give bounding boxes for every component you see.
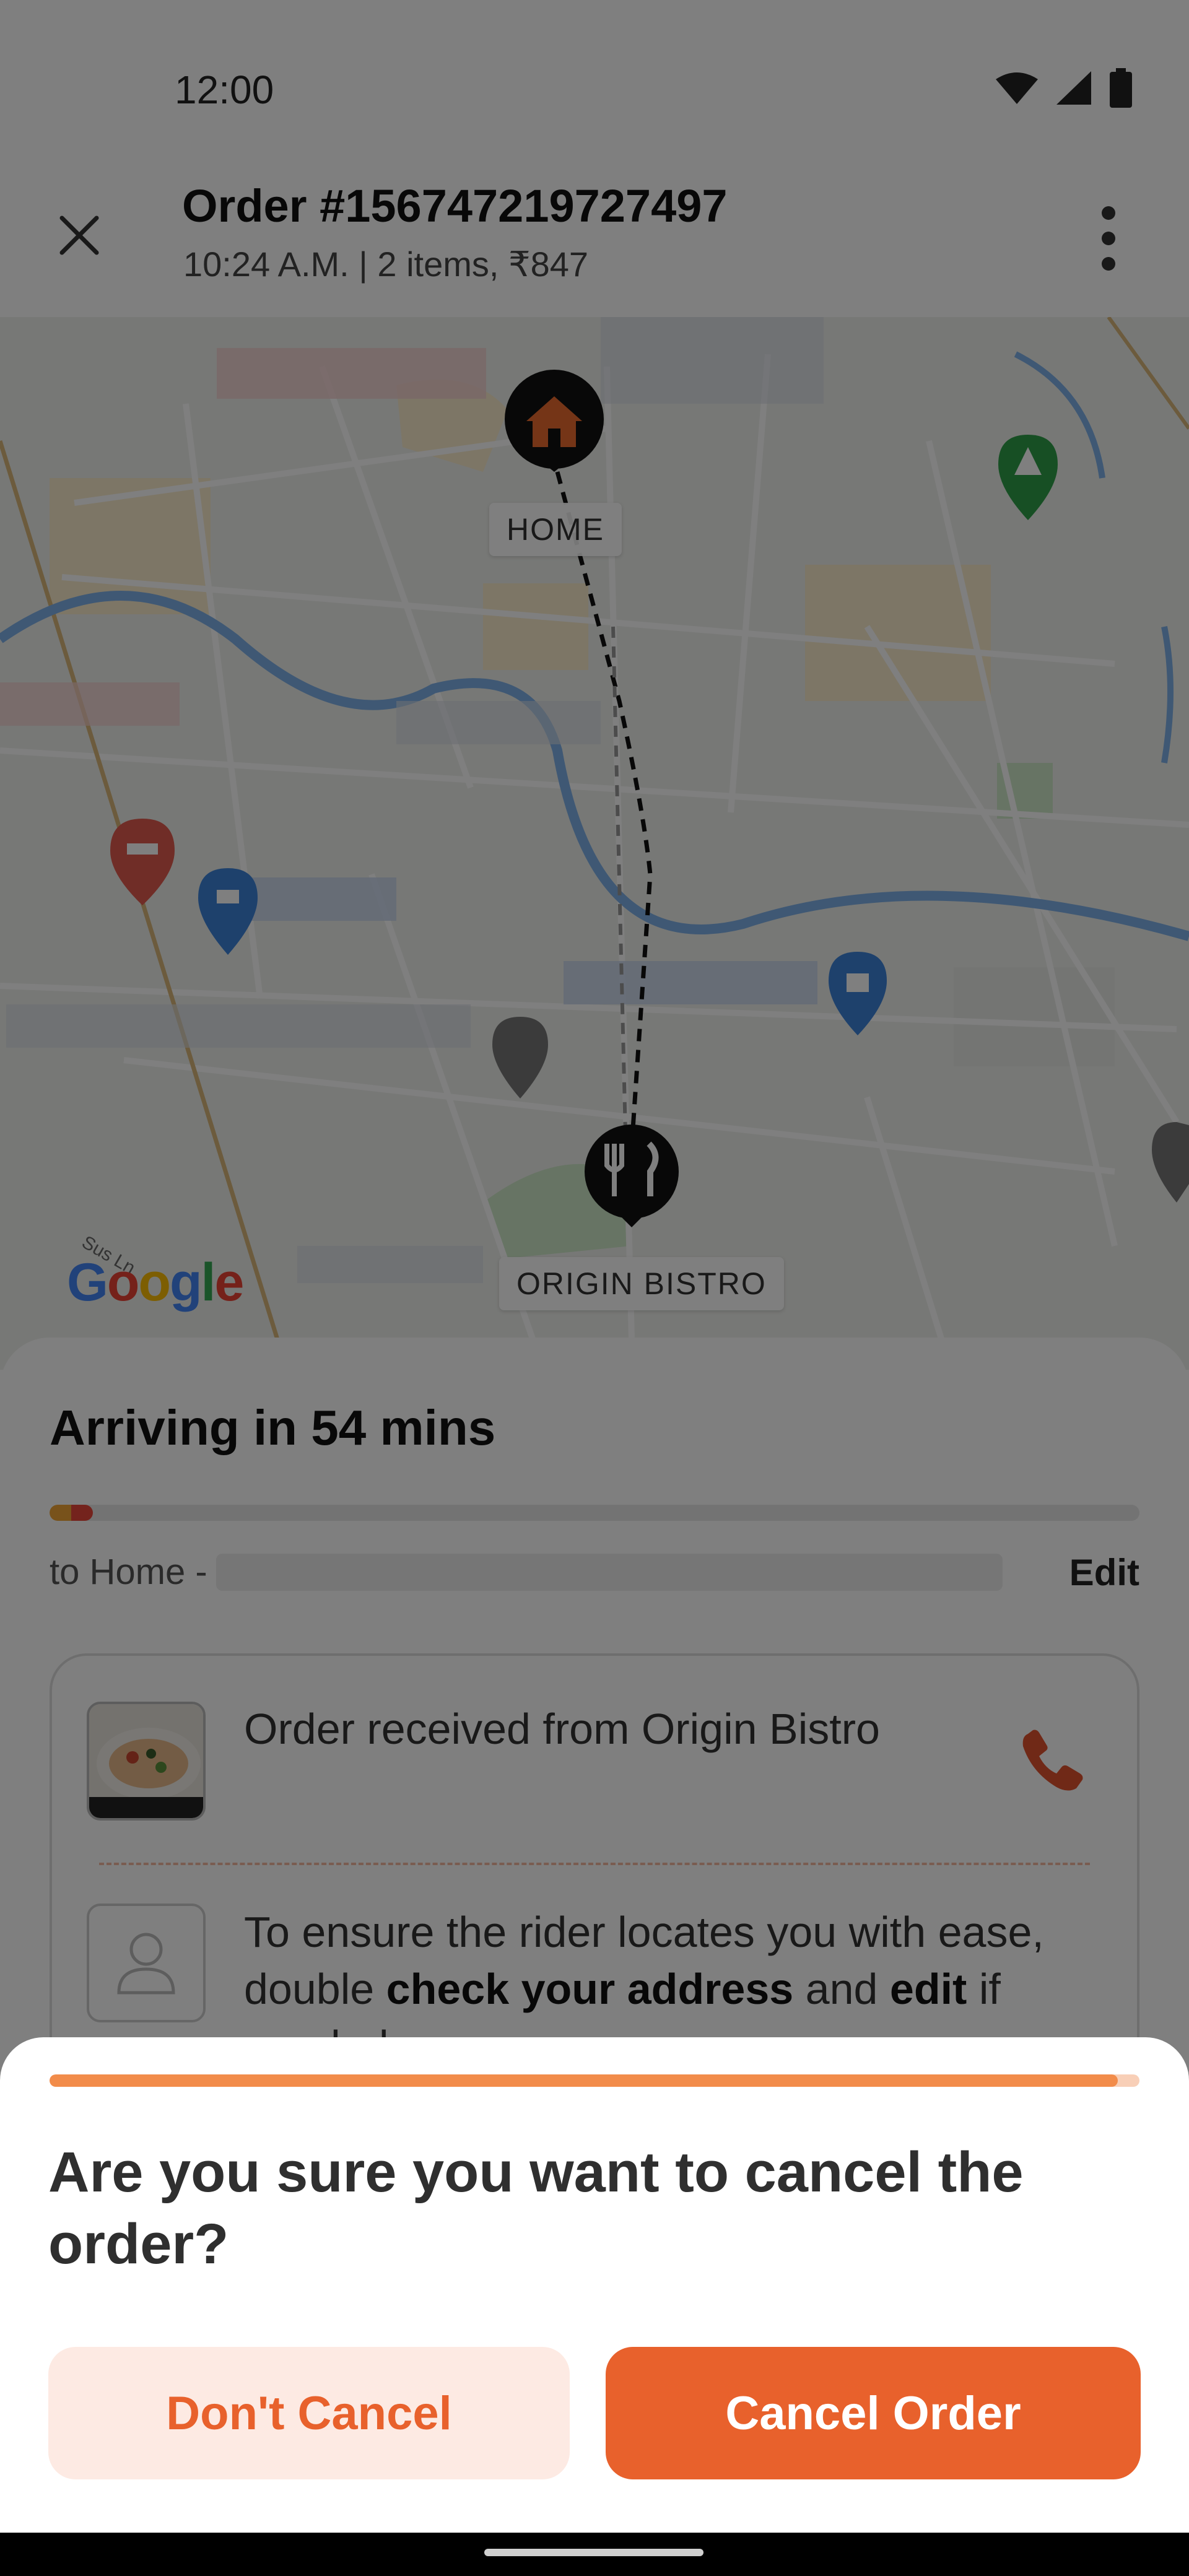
- system-nav-bar: [0, 2533, 1189, 2576]
- home-gesture-handle[interactable]: [484, 2549, 703, 2556]
- dialog-timer-fill: [50, 2074, 1118, 2087]
- cancel-question: Are you sure you want to cancel the orde…: [48, 2141, 1024, 2276]
- dont-cancel-button[interactable]: Don't Cancel: [48, 2347, 570, 2479]
- app-screen: 12:00 Order #156747219727497 10:24 A.M. …: [0, 0, 1189, 2576]
- cancel-order-dialog: Are you sure you want to cancel the orde…: [0, 2037, 1189, 2533]
- cancel-order-button[interactable]: Cancel Order: [606, 2347, 1141, 2479]
- dialog-timer-bar: [50, 2074, 1139, 2087]
